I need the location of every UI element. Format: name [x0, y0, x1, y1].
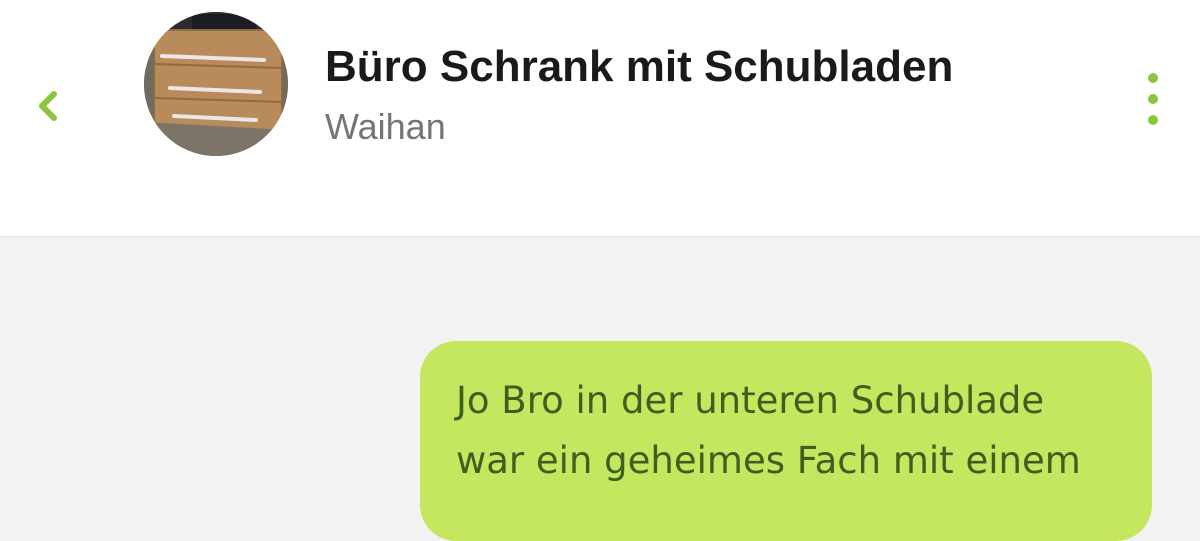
listing-title[interactable]: Büro Schrank mit Schubladen: [325, 42, 953, 92]
avatar[interactable]: [144, 12, 288, 156]
chevron-left-icon: [39, 91, 57, 121]
back-button[interactable]: [30, 78, 70, 134]
message-text: Jo Bro in der unteren Schublade war ein …: [456, 379, 1081, 482]
listing-photo: [144, 12, 288, 156]
more-options-button[interactable]: [1132, 64, 1174, 134]
contact-name: Waihan: [325, 106, 446, 147]
more-vertical-icon: [1148, 73, 1158, 125]
chat-header: Büro Schrank mit Schubladen Waihan: [0, 0, 1200, 237]
outgoing-message-bubble[interactable]: Jo Bro in der unteren Schublade war ein …: [420, 341, 1152, 541]
message-list[interactable]: Jo Bro in der unteren Schublade war ein …: [0, 237, 1200, 541]
